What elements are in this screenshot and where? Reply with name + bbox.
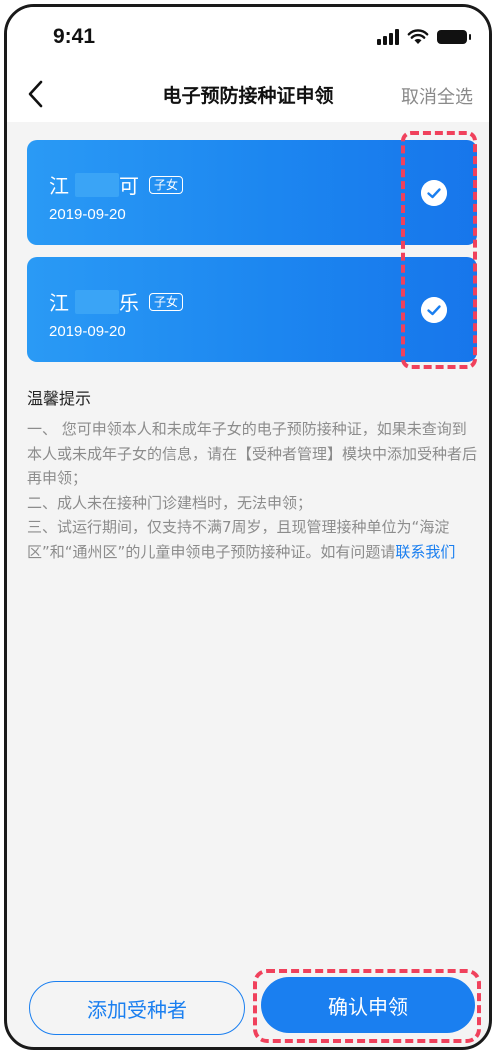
- name-last-char: 乐: [119, 291, 139, 315]
- top-bar: 9:41 电子预防接种证申领 取消全选: [7, 7, 489, 122]
- recipient-name: 江 乐 子女: [49, 287, 184, 316]
- wifi-icon: [407, 29, 429, 44]
- name-first-char: 江: [49, 291, 69, 315]
- tip-line-3-text: 三、试运行期间，仅支持不满7周岁，且现管理接种单位为“海淀区”和“通州区”的儿童…: [27, 518, 450, 561]
- birth-date: 2019-09-20: [49, 206, 126, 223]
- deselect-all-button[interactable]: 取消全选: [401, 83, 473, 109]
- battery-icon: [437, 30, 471, 44]
- recipient-name: 江 可 子女: [49, 170, 184, 199]
- tip-line-2: 二、成人未在接种门诊建档时，无法申领；: [27, 493, 313, 512]
- relation-tag: 子女: [149, 175, 184, 194]
- tips-body: 一、 您可申领本人和未成年子女的电子预防接种证，如果未查询到本人或未成年子女的信…: [27, 417, 481, 564]
- phone-screen: 9:41 电子预防接种证申领 取消全选 江 可 子女 2019-09-20 江 …: [4, 4, 492, 1050]
- birth-date: 2019-09-20: [49, 323, 126, 340]
- name-first-char: 江: [49, 174, 69, 198]
- tip-line-1: 一、 您可申领本人和未成年子女的电子预防接种证，如果未查询到本人或未成年子女的信…: [27, 420, 478, 487]
- signal-icon: [377, 29, 399, 45]
- contact-us-link[interactable]: 联系我们: [395, 543, 455, 561]
- relation-tag: 子女: [149, 292, 184, 311]
- confirm-highlight-box: [253, 969, 481, 1043]
- name-mask: [75, 172, 119, 197]
- name-last-char: 可: [119, 174, 139, 198]
- status-time: 9:41: [53, 25, 96, 48]
- status-icons: [377, 27, 471, 47]
- checkbox-highlight-box: [401, 131, 477, 369]
- tip-line-3: 三、试运行期间，仅支持不满7周岁，且现管理接种单位为“海淀区”和“通州区”的儿童…: [27, 515, 481, 564]
- name-mask: [75, 289, 119, 314]
- add-recipient-button[interactable]: 添加受种者: [29, 981, 245, 1035]
- tips-title: 温馨提示: [27, 389, 92, 408]
